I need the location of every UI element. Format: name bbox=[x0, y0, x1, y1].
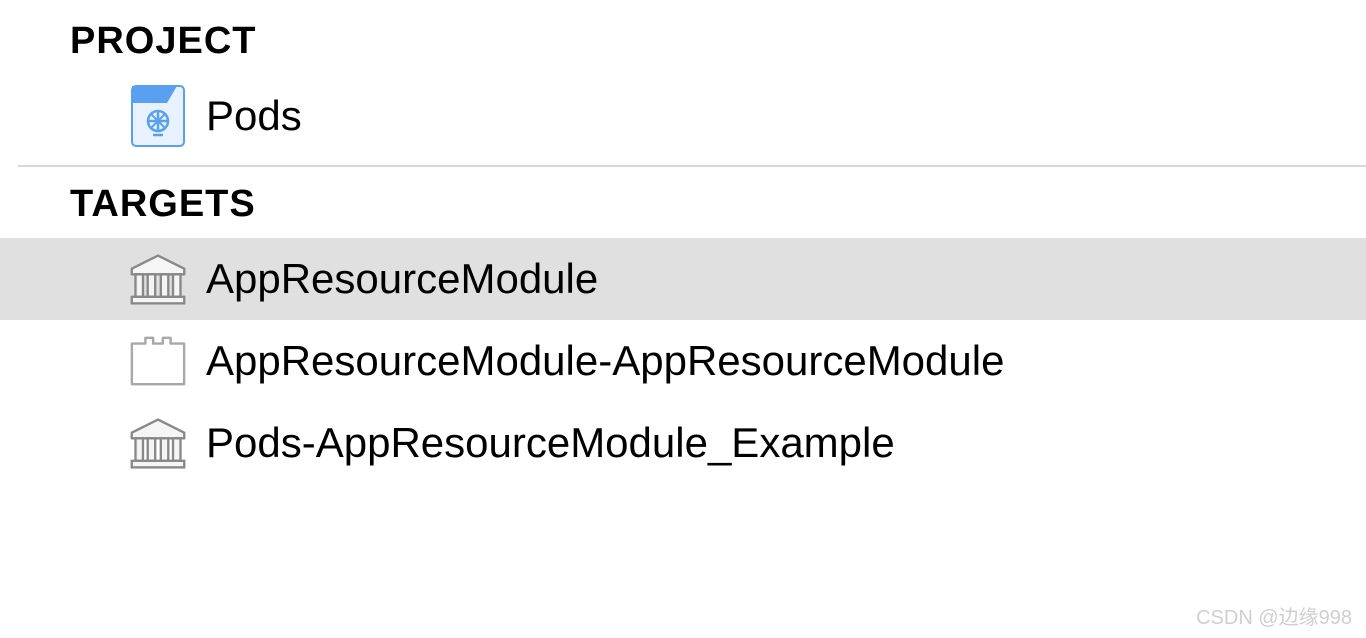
pods-project-icon bbox=[128, 86, 188, 146]
target-item-bundle[interactable]: AppResourceModule-AppResourceModule bbox=[0, 320, 1366, 402]
project-item-pods[interactable]: Pods bbox=[0, 75, 1366, 157]
target-item-label: AppResourceModule bbox=[206, 255, 598, 303]
target-item-pods-example[interactable]: Pods-AppResourceModule_Example bbox=[0, 402, 1366, 484]
project-heading: PROJECT bbox=[0, 8, 1366, 75]
watermark: CSDN @边缘998 bbox=[1196, 601, 1352, 630]
bundle-icon bbox=[128, 331, 188, 391]
target-item-label: Pods-AppResourceModule_Example bbox=[206, 419, 895, 467]
library-icon bbox=[128, 249, 188, 309]
target-item-appresourcemodule[interactable]: AppResourceModule bbox=[0, 238, 1366, 320]
library-icon bbox=[128, 413, 188, 473]
target-item-label: AppResourceModule-AppResourceModule bbox=[206, 337, 1004, 385]
targets-heading: TARGETS bbox=[0, 171, 1366, 238]
divider bbox=[18, 165, 1366, 167]
project-item-label: Pods bbox=[206, 92, 302, 140]
